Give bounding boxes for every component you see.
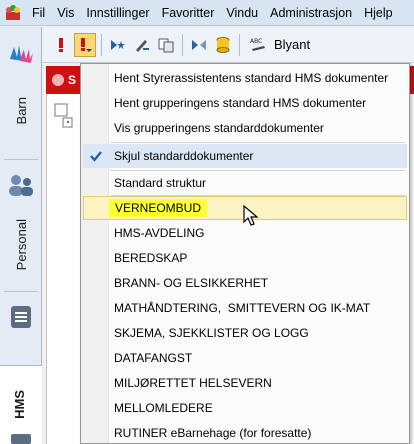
- arrow-star-icon: [111, 39, 125, 50]
- sidebar-tab-hms[interactable]: HMS: [0, 365, 42, 444]
- menu-item-label: Hent grupperingens standard HMS dokument…: [114, 96, 367, 110]
- menu-innstillinger[interactable]: Innstillinger: [80, 0, 155, 26]
- menu-administrasjon[interactable]: Administrasjon: [264, 0, 358, 26]
- menu-item-label: MATHÅNDTERING, SMITTEVERN OG IK-MAT: [114, 301, 371, 315]
- tab-edge-icon: [11, 434, 31, 444]
- sidebar-divider: [4, 159, 38, 160]
- menu-item-label: BEREDSKAP: [114, 251, 188, 265]
- blyant-label: Blyant: [274, 37, 311, 52]
- menu-item-label: VERNEOMBUD: [109, 199, 208, 217]
- alert-button[interactable]: [50, 33, 72, 57]
- menu-bar: Fil Vis Innstillinger Favoritter Vindu A…: [0, 0, 414, 26]
- app-icon[interactable]: [0, 0, 26, 26]
- menu-item-label: HMS-AVDELING: [114, 226, 205, 240]
- menu-item-label: Standard struktur: [114, 176, 207, 190]
- menu-item-vis-standarddokumenter[interactable]: Vis grupperingens standarddokumenter: [83, 116, 407, 140]
- toolbar: ABC Blyant: [42, 27, 414, 63]
- toolbar-divider: [239, 33, 240, 56]
- edit-button[interactable]: [131, 33, 153, 57]
- sidebar-label-hms: HMS: [12, 390, 27, 419]
- menu-item-label: SKJEMA, SJEKKLISTER OG LOGG: [114, 326, 309, 340]
- sidebar-label-barn: Barn: [13, 97, 29, 125]
- menu-item-label: Vis grupperingens standarddokumenter: [114, 121, 324, 135]
- sidebar: Barn Personal HMS: [0, 27, 42, 444]
- mouse-cursor-icon: [243, 205, 259, 226]
- sidebar-tab-notebook[interactable]: [0, 303, 42, 331]
- database-button[interactable]: [212, 33, 234, 57]
- sidebar-tab-barn[interactable]: Barn: [0, 41, 42, 124]
- notebook-icon: [11, 306, 31, 328]
- menu-fil[interactable]: Fil: [26, 0, 51, 26]
- menu-item-label: BRANN- OG ELSIKKERHET: [114, 276, 269, 290]
- exclamation-filter-icon: [81, 37, 92, 52]
- hands-icon: [10, 45, 33, 63]
- menu-item-label: DATAFANGST: [114, 351, 193, 365]
- menu-item-hent-gruppering[interactable]: Hent grupperingens standard HMS dokument…: [83, 91, 407, 115]
- sidebar-label-personal: Personal: [13, 219, 29, 271]
- svg-text:ABC: ABC: [250, 38, 262, 45]
- menu-item-label: RUTINER eBarnehage (for foresatte): [114, 426, 312, 440]
- menu-item-beredskap[interactable]: BEREDSKAP: [83, 246, 407, 270]
- tree-root-icon: [54, 103, 73, 128]
- menu-item-datafangst[interactable]: DATAFANGST: [83, 346, 407, 370]
- panel-header-letter: S: [68, 73, 77, 87]
- menu-item-rutiner-ebarnehage[interactable]: RUTINER eBarnehage (for foresatte): [83, 421, 407, 444]
- copy-icon: [158, 38, 174, 52]
- menu-item-label: Hent Styrerassistentens standard HMS dok…: [114, 71, 389, 85]
- menu-item-skjema-sjekklister[interactable]: SKJEMA, SJEKKLISTER OG LOGG: [83, 321, 407, 345]
- copy-button[interactable]: [155, 33, 177, 57]
- menu-item-mellomledere[interactable]: MELLOMLEDERE: [83, 396, 407, 420]
- spellcheck-icon: ABC: [250, 38, 265, 51]
- menu-separator: [111, 142, 405, 143]
- sidebar-tab-personal[interactable]: Personal: [0, 173, 42, 270]
- arrows-icon: [192, 39, 206, 50]
- menu-vis[interactable]: Vis: [51, 0, 80, 26]
- menu-item-brann-elsikkerhet[interactable]: BRANN- OG ELSIKKERHET: [83, 271, 407, 295]
- menu-item-label: Skjul standarddokumenter: [114, 149, 254, 163]
- menu-favoritter[interactable]: Favoritter: [156, 0, 221, 26]
- toolbar-divider: [182, 33, 183, 56]
- play-back-button[interactable]: [188, 33, 210, 57]
- menu-item-label: MELLOMLEDERE: [114, 401, 213, 415]
- blyant-button[interactable]: ABC Blyant: [245, 33, 314, 57]
- dropdown-menu: Hent Styrerassistentens standard HMS dok…: [80, 63, 410, 444]
- menu-vindu[interactable]: Vindu: [220, 0, 264, 26]
- people-icon: [9, 175, 33, 196]
- exclamation-icon: [59, 37, 63, 52]
- sidebar-divider: [4, 291, 38, 292]
- menu-item-label: MILJØRETTET HELSEVERN: [114, 376, 272, 390]
- menu-hjelp[interactable]: Hjelp: [358, 0, 399, 26]
- menu-item-miljorettet-helsevern[interactable]: MILJØRETTET HELSEVERN: [83, 371, 407, 395]
- pen-icon: [136, 39, 149, 52]
- menu-item-mathandtering[interactable]: MATHÅNDTERING, SMITTEVERN OG IK-MAT: [83, 296, 407, 320]
- database-icon: [216, 36, 230, 53]
- menu-item-skjul-standarddokumenter[interactable]: Skjul standarddokumenter: [83, 144, 407, 168]
- alert-filter-button[interactable]: [74, 32, 96, 57]
- menu-item-hent-styrerassistent[interactable]: Hent Styrerassistentens standard HMS dok…: [83, 66, 407, 90]
- checkmark-icon: [90, 151, 102, 162]
- panel-icon: [52, 74, 64, 86]
- menu-item-standard-struktur[interactable]: Standard struktur: [83, 171, 407, 195]
- toolbar-divider: [101, 33, 102, 56]
- arrow-star-button[interactable]: [107, 33, 129, 57]
